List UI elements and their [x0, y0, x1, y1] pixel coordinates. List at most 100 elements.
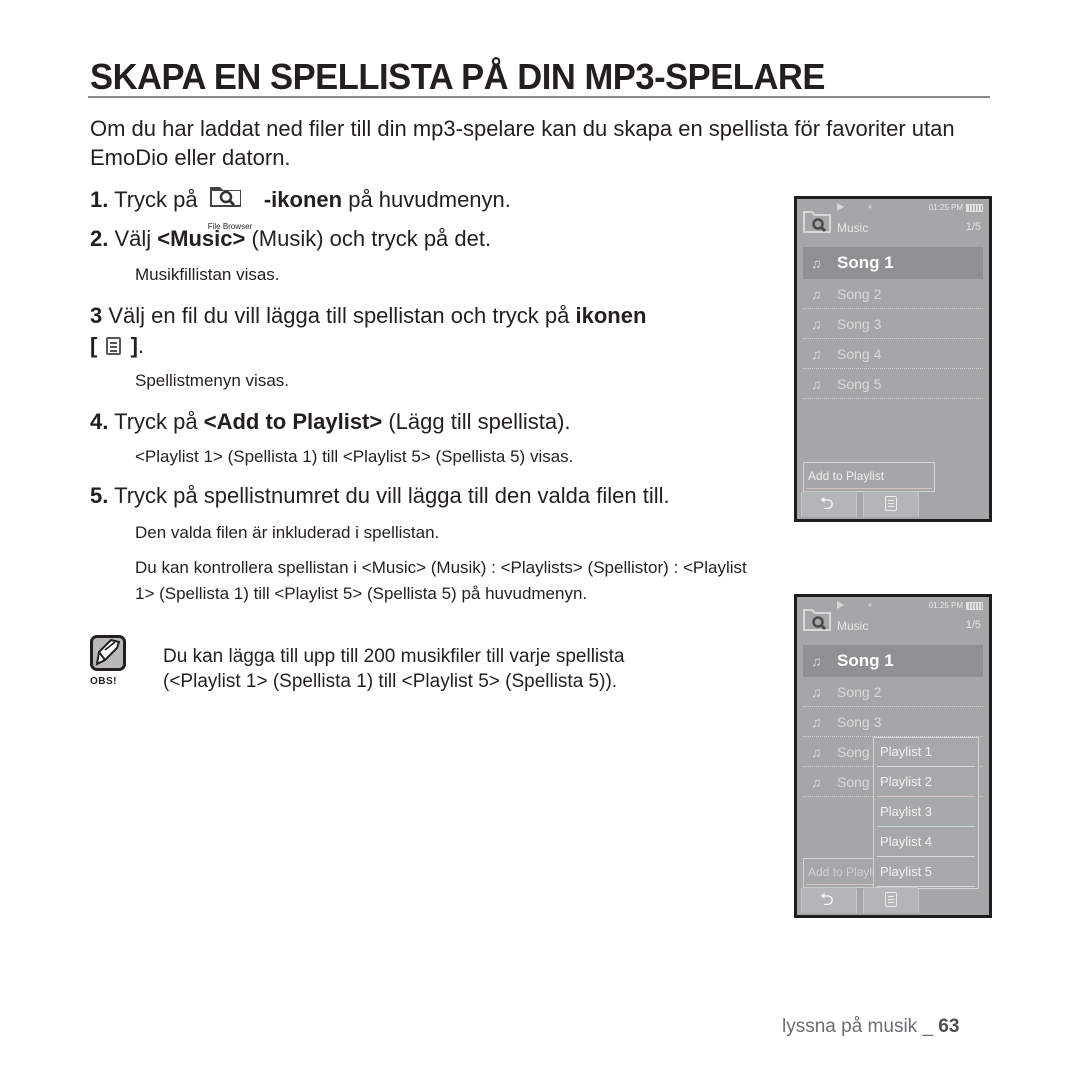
- menu-icon: [106, 337, 122, 355]
- step-text: Tryck på: [114, 187, 198, 212]
- step-text: Välj: [114, 226, 152, 251]
- file-browser-icon: File Browser: [208, 183, 254, 231]
- note-text: Du kan lägga till upp till 200 musikfile…: [163, 644, 624, 694]
- playlist-option[interactable]: Playlist 4: [874, 828, 978, 858]
- step-text: på huvudmenyn.: [348, 187, 511, 212]
- step-5: 5. Tryck på spellistnumret du vill lägga…: [90, 482, 670, 510]
- add-to-playlist-button[interactable]: Add to Playlist: [803, 462, 935, 492]
- menu-icon: [885, 892, 897, 907]
- song-list: ♫ Song 1 ♫ Song 2 ♫ Song 3 ♫ Song 4 ♫ Song 5: [803, 247, 983, 399]
- step-5-info-line-2: 1> (Spellista 1) till <Playlist 5> (Spel…: [135, 584, 588, 603]
- step-2: 2. Välj <Music> (Musik) och tryck på det…: [90, 225, 491, 253]
- item-count: 1/5: [965, 221, 981, 233]
- device-nav-bar: ⮌: [801, 491, 989, 517]
- screen-title: Music: [837, 221, 869, 235]
- playlist-option[interactable]: Playlist 3: [874, 798, 978, 828]
- bracket-close: ]: [130, 333, 138, 358]
- step-text: (Musik) och tryck på det.: [251, 226, 492, 251]
- bracket-open: [: [90, 333, 98, 358]
- song-item[interactable]: ♫ Song 3: [803, 309, 983, 339]
- playlist-option[interactable]: Playlist 1: [874, 738, 978, 768]
- step-4-result: <Playlist 1> (Spellista 1) till <Playlis…: [135, 447, 574, 466]
- step-5-result: Den valda filen är inkluderad i spellist…: [135, 523, 440, 542]
- clock: 01:25 PM: [928, 203, 963, 212]
- add-to-playlist-button[interactable]: Add to Playlist: [803, 858, 883, 888]
- song-item[interactable]: ♫ Song 4: [803, 339, 983, 369]
- folder-search-icon: [803, 211, 831, 233]
- device-screen-music-list: ∗ 01:25 PM Music 1/5 ♫ Song 1 ♫ Song 2 ♫ So…: [794, 196, 992, 522]
- step-bold-text: -ikonen: [263, 187, 343, 212]
- device-nav-bar: ⮌: [801, 887, 989, 913]
- page-title: SKAPA EN SPELLISTA PÅ DIN MP3-SPELARE: [90, 56, 825, 97]
- menu-icon: [885, 496, 897, 511]
- note-label: OBS!: [90, 676, 117, 687]
- play-status-icon: [837, 601, 844, 609]
- step-text: (Lägg till spellista).: [388, 409, 571, 434]
- folder-search-icon: [209, 187, 241, 207]
- back-button[interactable]: ⮌: [801, 491, 857, 517]
- music-note-icon: ♫: [811, 684, 822, 700]
- section-name: lyssna på musik _: [782, 1016, 939, 1037]
- step-number: 3: [90, 303, 103, 328]
- battery-icon: [966, 602, 983, 610]
- screen-title: Music: [837, 619, 869, 633]
- folder-search-icon: [803, 609, 831, 631]
- back-button[interactable]: ⮌: [801, 887, 857, 913]
- step-text: Välj en fil du vill lägga till spellista…: [108, 303, 570, 328]
- back-arrow-icon: ⮌: [820, 494, 834, 513]
- note-line-1: Du kan lägga till upp till 200 musikfile…: [163, 646, 625, 667]
- song-item[interactable]: ♫ Song 5: [803, 369, 983, 399]
- music-note-icon: ♫: [811, 346, 822, 362]
- back-arrow-icon: ⮌: [820, 890, 834, 909]
- step-3: 3 Välj en fil du vill lägga till spellis…: [90, 302, 646, 330]
- song-item-selected[interactable]: ♫ Song 1: [803, 247, 983, 279]
- playlist-popup-menu: Playlist 1 Playlist 2 Playlist 3 Playlis…: [873, 737, 979, 889]
- step-number: 1.: [90, 187, 109, 212]
- song-item-selected[interactable]: ♫ Song 1: [803, 645, 983, 677]
- music-note-icon: ♫: [811, 714, 822, 730]
- step-bold-text: <Music>: [157, 226, 246, 251]
- battery-icon: [966, 204, 983, 212]
- item-count: 1/5: [965, 619, 981, 631]
- song-item[interactable]: ♫ Song 2: [803, 279, 983, 309]
- step-number: 4.: [90, 409, 109, 434]
- play-status-icon: [837, 203, 844, 211]
- pencil-icon: [95, 638, 121, 666]
- step-3-result: Spellistmenyn visas.: [135, 371, 290, 390]
- page-number: 63: [938, 1016, 960, 1037]
- title-divider: [88, 96, 990, 98]
- music-note-icon: ♫: [811, 286, 822, 302]
- step-3-icon-line: [ ].: [90, 332, 144, 360]
- song-item[interactable]: ♫ Song 2: [803, 677, 983, 707]
- menu-button[interactable]: [863, 491, 919, 517]
- bluetooth-icon: ∗: [867, 204, 873, 211]
- step-1: 1. Tryck på File Browser -ikonen på huvu…: [90, 183, 511, 231]
- step-number: 2.: [90, 226, 109, 251]
- playlist-option[interactable]: Playlist 2: [874, 768, 978, 798]
- step-end: .: [137, 333, 145, 358]
- music-note-icon: ♫: [811, 653, 822, 669]
- clock: 01:25 PM: [928, 601, 963, 610]
- song-item[interactable]: ♫ Song 3: [803, 707, 983, 737]
- music-note-icon: ♫: [811, 744, 822, 760]
- music-note-icon: ♫: [811, 376, 822, 392]
- step-text: Tryck på: [114, 409, 198, 434]
- step-bold-text: ikonen: [575, 303, 647, 328]
- step-2-result: Musikfillistan visas.: [135, 265, 280, 284]
- menu-button[interactable]: [863, 887, 919, 913]
- step-number: 5.: [90, 483, 109, 508]
- page-footer: lyssna på musik _ 63: [782, 1016, 959, 1038]
- music-note-icon: ♫: [811, 255, 822, 271]
- note-pencil-icon: [90, 635, 126, 671]
- note-line-2: (<Playlist 1> (Spellista 1) till <Playli…: [163, 671, 618, 692]
- music-note-icon: ♫: [811, 774, 822, 790]
- step-4: 4. Tryck på <Add to Playlist> (Lägg till…: [90, 408, 571, 436]
- playlist-option[interactable]: Playlist 5: [874, 858, 978, 888]
- music-note-icon: ♫: [811, 316, 822, 332]
- intro-paragraph: Om du har laddat ned filer till din mp3-…: [90, 116, 955, 170]
- device-screen-playlist-popup: ∗ 01:25 PM Music 1/5 ♫ Song 1 ♫ Song 2 ♫ So…: [794, 594, 992, 918]
- step-text: Tryck på spellistnumret du vill lägga ti…: [114, 483, 670, 508]
- bluetooth-icon: ∗: [867, 602, 873, 609]
- step-5-info-line-1: Du kan kontrollera spellistan i <Music> …: [135, 558, 747, 577]
- step-bold-text: <Add to Playlist>: [203, 409, 383, 434]
